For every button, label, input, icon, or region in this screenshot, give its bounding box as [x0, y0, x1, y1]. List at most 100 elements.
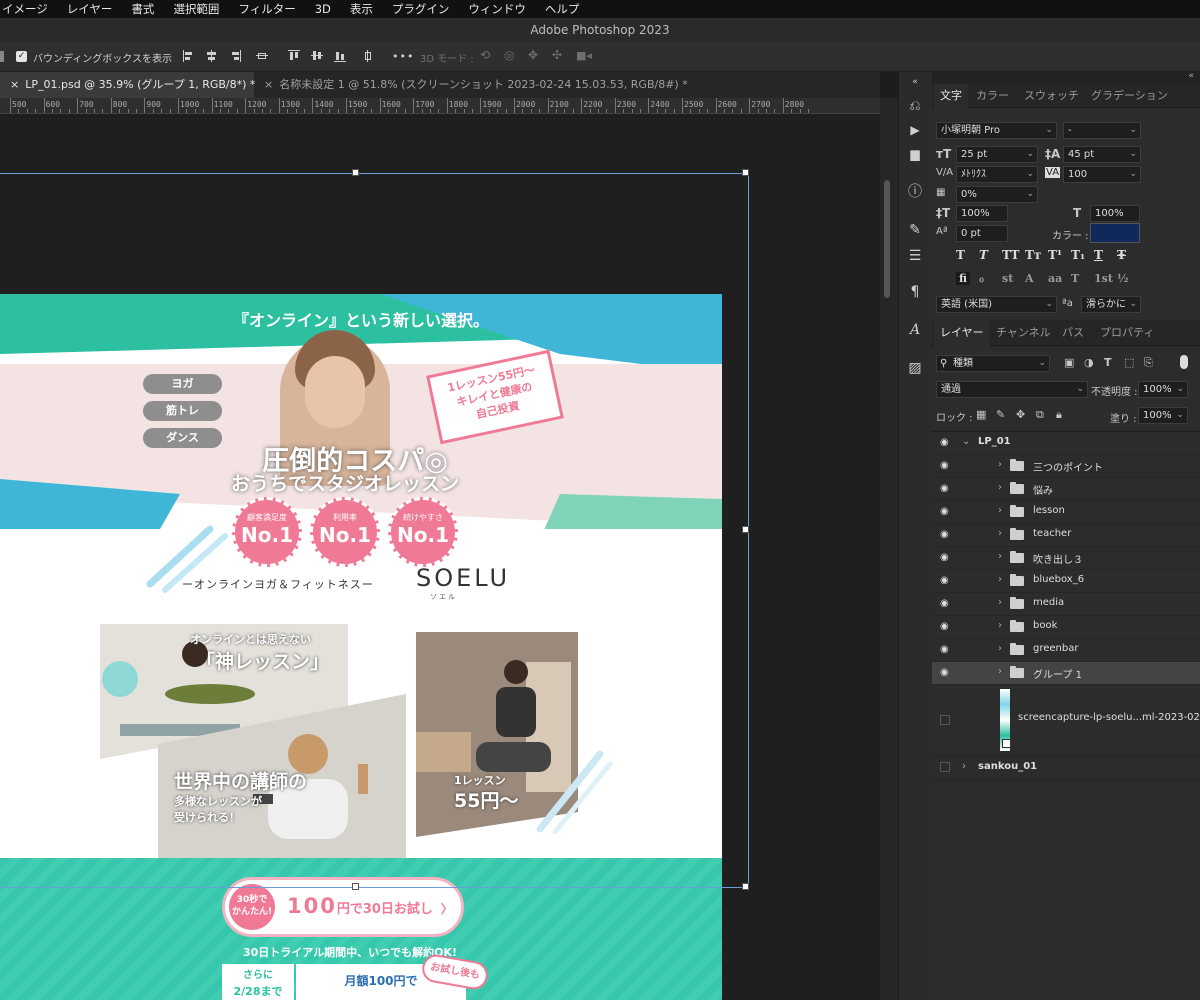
show-bbox-checkbox[interactable]: ✓	[16, 51, 27, 62]
chevron-right-icon[interactable]: ›	[998, 666, 1002, 677]
layer-row[interactable]: ◉ › lesson	[932, 501, 1200, 524]
layer-row[interactable]: ◉ › greenbar	[932, 639, 1200, 662]
sliders-icon[interactable]: ☰	[905, 246, 925, 266]
eye-icon[interactable]: ◉	[940, 575, 952, 587]
blend-mode-select[interactable]: 通過 ⌄	[936, 381, 1088, 398]
chevron-right-icon[interactable]: ›	[962, 761, 966, 772]
filter-shape-icon[interactable]: ⬚	[1124, 356, 1134, 369]
align-right-icon[interactable]	[229, 50, 241, 62]
type-style-button[interactable]: T	[979, 248, 988, 262]
type-style-button[interactable]: T	[1094, 248, 1103, 262]
bbox-handle-bottom[interactable]	[352, 883, 359, 890]
info-icon[interactable]: ⓘ	[905, 182, 925, 202]
tab-paths[interactable]: パス	[1062, 320, 1084, 346]
text-color-swatch[interactable]	[1090, 223, 1140, 243]
paragraph-icon[interactable]: ¶	[905, 282, 925, 302]
visibility-empty-box[interactable]	[940, 715, 950, 725]
tab-channels[interactable]: チャンネル	[996, 320, 1051, 346]
layer-row[interactable]: ◉ › bluebox_6	[932, 570, 1200, 593]
filter-adjustment-icon[interactable]: ◑	[1084, 356, 1094, 369]
layer-row[interactable]: ◉ › グループ 1	[932, 662, 1200, 685]
menu-view[interactable]: 表示	[350, 1, 373, 17]
lock-transparency-icon[interactable]: ▦	[976, 408, 986, 421]
selection-bounding-box[interactable]	[0, 173, 749, 888]
lock-all-icon[interactable]: 🔒︎	[1056, 408, 1062, 422]
chevron-right-icon[interactable]: ›	[998, 597, 1002, 608]
vertical-scrollbar[interactable]	[880, 98, 898, 1000]
collapse-icon[interactable]: «	[905, 76, 925, 88]
type-style-button[interactable]: Tт	[1025, 248, 1041, 262]
antialias-select[interactable]: 滑らかに ⌄	[1081, 296, 1141, 313]
distribute-v-icon[interactable]	[362, 50, 374, 62]
menu-plugins[interactable]: プラグイン	[392, 1, 450, 17]
bbox-handle-top[interactable]	[352, 169, 359, 176]
align-middle-icon[interactable]	[311, 50, 323, 62]
comment-icon[interactable]: ▆	[905, 144, 925, 164]
eye-icon[interactable]: ◉	[940, 644, 952, 656]
image-update-icon[interactable]: ▨	[905, 358, 925, 378]
eye-icon[interactable]: ◉	[940, 529, 952, 541]
align-top-icon[interactable]	[288, 50, 300, 62]
opentype-button[interactable]: fi	[956, 272, 970, 285]
filter-smartobject-icon[interactable]: ⎘	[1144, 356, 1153, 370]
chevron-right-icon[interactable]: ›	[998, 505, 1002, 516]
kerning-select[interactable]: ﾒﾄﾘｸｽ ⌄	[956, 166, 1038, 183]
filter-type-icon[interactable]: T	[1104, 356, 1112, 369]
tab-swatches[interactable]: スウォッチ	[1024, 84, 1079, 108]
tab-layers[interactable]: レイヤー	[934, 320, 990, 346]
menu-3d[interactable]: 3D	[315, 2, 331, 16]
layer-row[interactable]: ◉ › book	[932, 616, 1200, 639]
bbox-handle-top-right[interactable]	[742, 169, 749, 176]
glyph-icon[interactable]: A	[905, 320, 925, 340]
menu-image[interactable]: イメージ	[2, 1, 48, 17]
align-left-icon[interactable]	[183, 50, 195, 62]
eye-icon[interactable]: ◉	[940, 506, 952, 518]
opentype-button[interactable]: 1st	[1094, 272, 1113, 285]
layer-row[interactable]: ◉ › teacher	[932, 524, 1200, 547]
opacity-field[interactable]: 100% ⌄	[1138, 381, 1188, 398]
eye-icon[interactable]: ◉	[940, 460, 952, 472]
bbox-handle-bottom-right[interactable]	[742, 883, 749, 890]
layer-row[interactable]: ◉ › 三つのポイント	[932, 455, 1200, 478]
brush-icon[interactable]: ✎	[905, 220, 925, 240]
play-icon[interactable]: ▶	[905, 120, 925, 140]
chevron-right-icon[interactable]: ›	[998, 620, 1002, 631]
chevron-down-icon[interactable]: ⌄	[962, 436, 970, 447]
menu-select[interactable]: 選択範囲	[173, 1, 219, 17]
more-options-icon[interactable]: •••	[392, 50, 414, 63]
baseline-shift-field[interactable]: 0 pt	[956, 225, 1008, 242]
layer-row[interactable]: ◉ › media	[932, 593, 1200, 616]
tab-color[interactable]: カラー	[976, 84, 1009, 108]
chevron-right-icon[interactable]: ›	[998, 643, 1002, 654]
menu-window[interactable]: ウィンドウ	[468, 1, 526, 17]
lock-artboard-icon[interactable]: ⧉	[1036, 408, 1044, 422]
filter-toggle[interactable]	[1180, 355, 1188, 369]
eye-icon[interactable]: ◉	[940, 621, 952, 633]
vertical-scale-field[interactable]: 100%	[956, 205, 1008, 222]
eye-icon[interactable]: ◉	[940, 437, 952, 449]
opentype-button[interactable]: ½	[1117, 272, 1128, 285]
eye-icon[interactable]: ◉	[940, 598, 952, 610]
canvas-area[interactable]: 『オンライン』という新しい選択。 ヨガ 筋トレ ダンス 1レッスン55円〜 キレ…	[0, 114, 880, 1000]
tab-close-icon[interactable]: ×	[264, 78, 273, 91]
align-center-h-icon[interactable]	[206, 50, 218, 62]
opentype-button[interactable]: ℴ	[979, 272, 984, 285]
visibility-empty-box[interactable]	[940, 762, 950, 772]
tab-lp01[interactable]: × LP_01.psd @ 35.9% (グループ 1, RGB/8*) *	[0, 72, 255, 98]
leading-field[interactable]: 45 pt ⌄	[1063, 146, 1141, 163]
chevron-right-icon[interactable]: ›	[998, 551, 1002, 562]
layer-row[interactable]: ◉ › 悩み	[932, 478, 1200, 501]
layer-row[interactable]: ◉ ⌄ LP_01	[932, 432, 1200, 455]
chevron-right-icon[interactable]: ›	[998, 482, 1002, 493]
layer-row[interactable]: ◉ › 吹き出し３	[932, 547, 1200, 570]
font-family-select[interactable]: 小塚明朝 Pro ⌄	[936, 122, 1057, 139]
type-style-button[interactable]: Ŧ	[1117, 248, 1126, 262]
eye-icon[interactable]: ◉	[940, 552, 952, 564]
chevron-right-icon[interactable]: ›	[998, 459, 1002, 470]
opentype-button[interactable]: A	[1025, 272, 1034, 285]
menu-filter[interactable]: フィルター	[238, 1, 295, 17]
lock-position-icon[interactable]: ✥	[1016, 408, 1025, 421]
menu-help[interactable]: ヘルプ	[545, 1, 580, 17]
type-style-button[interactable]: TT	[1002, 248, 1019, 262]
layer-filter-select[interactable]: ⚲ 種類 ⌄	[936, 355, 1050, 372]
